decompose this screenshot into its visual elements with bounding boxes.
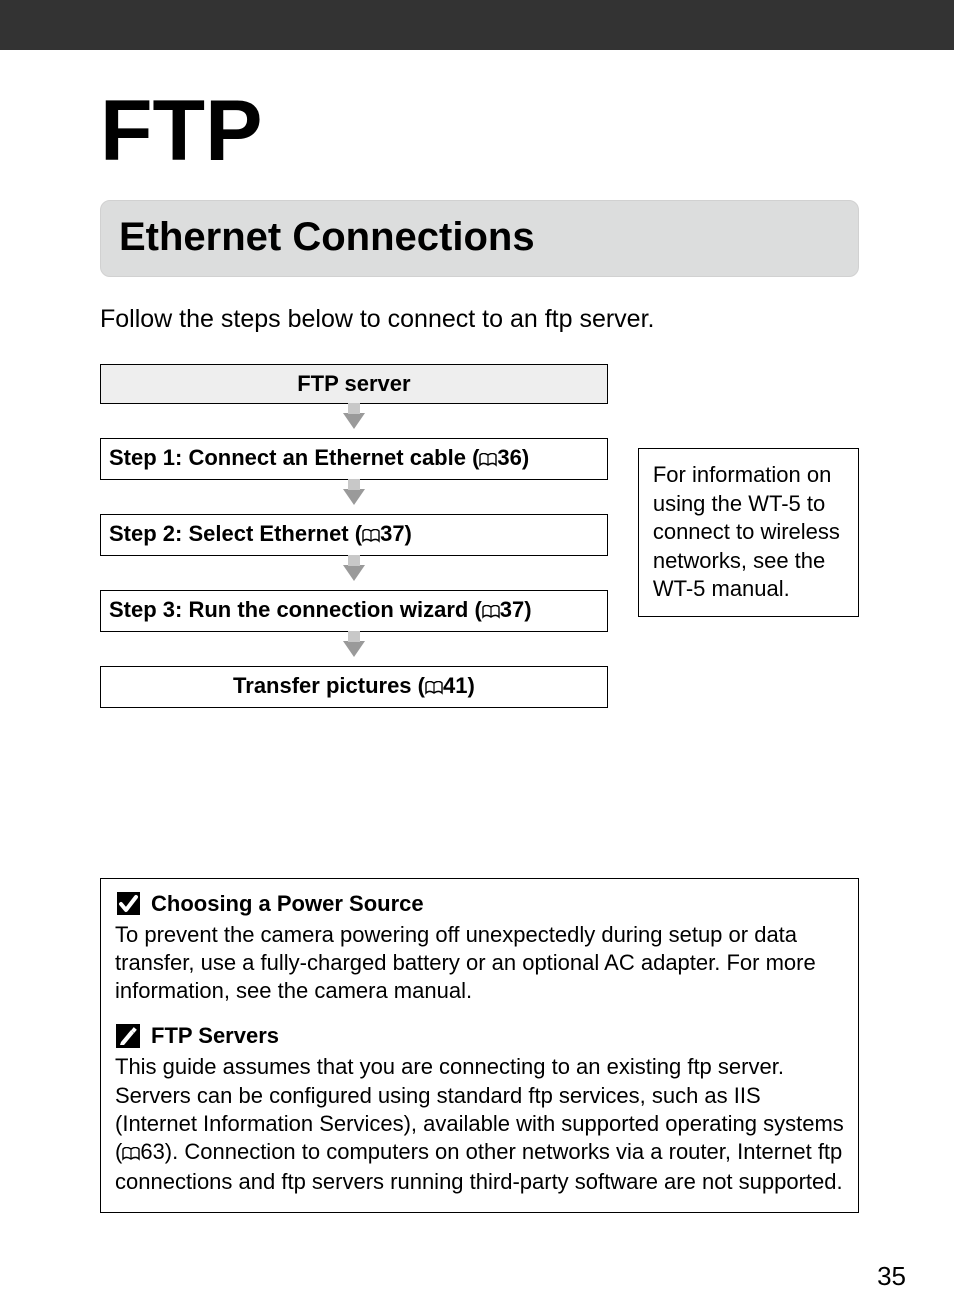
note-text-b: Connection to computers on other network… — [115, 1139, 843, 1194]
section-title: Ethernet Connections — [119, 215, 840, 260]
flow-arrow — [100, 632, 608, 666]
page-number: 35 — [877, 1261, 906, 1292]
flow-arrow — [100, 480, 608, 514]
book-icon — [122, 1140, 140, 1168]
note-body-ftp: This guide assumes that you are connecti… — [115, 1053, 844, 1196]
flow-end-box: Transfer pictures ( 41) — [100, 666, 608, 708]
note-page-ref: 63). — [140, 1139, 184, 1164]
flow-column: FTP server Step 1: Connect an Ethernet c… — [100, 364, 608, 708]
book-icon — [479, 447, 497, 473]
page-ref: 41) — [443, 673, 475, 698]
intro-text: Follow the steps below to connect to an … — [100, 305, 859, 334]
note-heading-ftp: FTP Servers — [115, 1023, 844, 1049]
book-icon — [425, 675, 443, 701]
chapter-title: FTP — [100, 88, 859, 174]
note-body-power: To prevent the camera powering off unexp… — [115, 921, 844, 1005]
book-icon — [362, 523, 380, 549]
flow-arrow — [100, 556, 608, 590]
caution-check-icon — [115, 891, 141, 917]
top-bar — [0, 0, 954, 50]
flow-step-2: Step 2: Select Ethernet ( 37) — [100, 514, 608, 556]
section-heading-box: Ethernet Connections — [100, 200, 859, 277]
flow-arrow — [100, 404, 608, 438]
pencil-box-icon — [115, 1023, 141, 1049]
page-ref: 36) — [497, 445, 529, 470]
step-text: Transfer pictures ( — [233, 673, 425, 698]
note-heading-power: Choosing a Power Source — [115, 891, 844, 917]
book-icon — [482, 599, 500, 625]
step-text: Step 2: Select Ethernet ( — [109, 521, 362, 546]
note-title: FTP Servers — [151, 1023, 279, 1049]
arrow-down-icon — [343, 565, 365, 581]
flow-container: FTP server Step 1: Connect an Ethernet c… — [100, 364, 859, 708]
page-ref: 37) — [500, 597, 532, 622]
notes-box: Choosing a Power Source To prevent the c… — [100, 878, 859, 1213]
flow-step-1: Step 1: Connect an Ethernet cable ( 36) — [100, 438, 608, 480]
flow-step-3: Step 3: Run the connection wizard ( 37) — [100, 590, 608, 632]
page-content: FTP Ethernet Connections Follow the step… — [0, 50, 954, 1314]
note-title: Choosing a Power Source — [151, 891, 424, 917]
step-text: Step 1: Connect an Ethernet cable ( — [109, 445, 479, 470]
side-note-box: For information on using the WT-5 to con… — [638, 448, 859, 617]
arrow-down-icon — [343, 641, 365, 657]
flow-start-box: FTP server — [100, 364, 608, 404]
arrow-down-icon — [343, 489, 365, 505]
step-text: Step 3: Run the connection wizard ( — [109, 597, 482, 622]
page-ref: 37) — [380, 521, 412, 546]
arrow-down-icon — [343, 413, 365, 429]
